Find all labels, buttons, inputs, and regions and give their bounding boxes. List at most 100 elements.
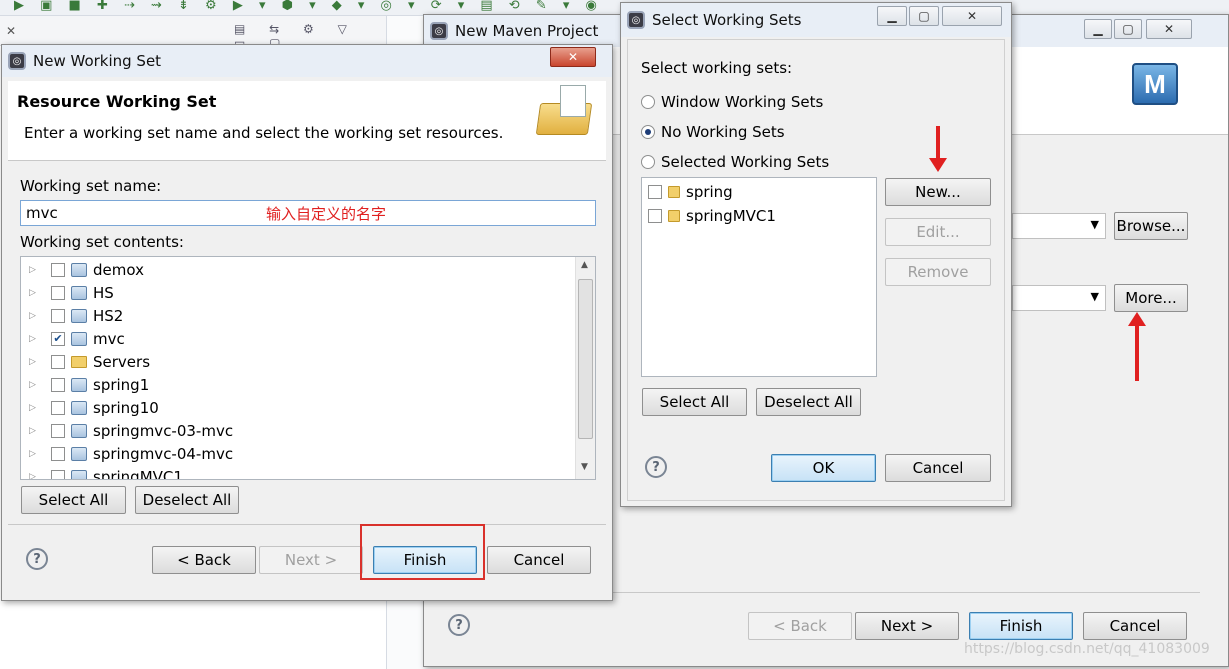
contents-tree[interactable]: ▷ demox ▷ HS ▷ HS2 ▷ ✔ mvc ▷ Servers ▷ spring1 ▷ sprin… <box>20 256 596 480</box>
nws-title: New Working Set <box>33 52 162 70</box>
scroll-down-icon[interactable]: ▼ <box>581 462 588 472</box>
maven-finish-button[interactable]: Finish <box>969 612 1073 640</box>
radio-button[interactable] <box>641 155 655 169</box>
working-set-option[interactable]: Selected Working Sets <box>641 147 961 177</box>
tree-item[interactable]: ▷ springMVC1 <box>21 465 573 480</box>
select-working-sets-window: ◎ Select Working Sets ▁ ▢ ✕ Select worki… <box>620 2 1012 507</box>
scroll-up-icon[interactable]: ▲ <box>581 260 588 270</box>
tree-item-label: demox <box>93 260 144 279</box>
name-label: Working set name: <box>20 177 162 195</box>
folder-icon <box>71 355 87 368</box>
maven-close-button[interactable]: ✕ <box>1146 19 1192 39</box>
expand-icon[interactable]: ▷ <box>29 449 43 459</box>
project-icon <box>71 446 87 461</box>
nws-close-button[interactable]: ✕ <box>550 47 596 67</box>
checkbox[interactable] <box>648 185 662 199</box>
checkbox[interactable] <box>51 377 65 392</box>
expand-icon[interactable]: ▷ <box>29 265 43 275</box>
tree-item[interactable]: ▷ springmvc-03-mvc <box>21 419 573 442</box>
expand-icon[interactable]: ▷ <box>29 357 43 367</box>
sws-title: Select Working Sets <box>652 11 802 29</box>
scroll-thumb[interactable] <box>578 279 593 439</box>
sws-minimize-button[interactable]: ▁ <box>877 6 907 26</box>
checkbox[interactable]: ✔ <box>51 331 65 346</box>
nws-footer-separator <box>8 524 606 525</box>
nws-help-icon[interactable]: ? <box>26 548 48 570</box>
sws-close-button[interactable]: ✕ <box>942 6 1002 26</box>
maven-minimize-button[interactable]: ▁ <box>1084 19 1112 39</box>
tree-item[interactable]: ▷ Servers <box>21 350 573 373</box>
working-set-label: spring <box>686 183 733 201</box>
tree-item[interactable]: ▷ spring10 <box>21 396 573 419</box>
toolbar-icons[interactable]: ▶ ▣ ■ ✚ ⇢ ⇝ ⇟ ⚙ ▶ ▾ ⬢ ▾ ◆ ▾ ◎ ▾ ⟳ ▾ ▤ ⟲ … <box>14 0 603 13</box>
working-set-label: springMVC1 <box>686 207 776 225</box>
tree-item[interactable]: ▷ spring1 <box>21 373 573 396</box>
expand-icon[interactable]: ▷ <box>29 403 43 413</box>
sws-set-list[interactable]: spring springMVC1 <box>641 177 877 377</box>
tree-item-label: spring10 <box>93 398 159 417</box>
maven-help-icon[interactable]: ? <box>448 614 470 636</box>
radio-button[interactable] <box>641 95 655 109</box>
tree-rows: ▷ demox ▷ HS ▷ HS2 ▷ ✔ mvc ▷ Servers ▷ spring1 ▷ sprin… <box>21 258 573 480</box>
tree-item[interactable]: ▷ ✔ mvc <box>21 327 573 350</box>
checkbox[interactable] <box>51 446 65 461</box>
radio-button[interactable] <box>641 125 655 139</box>
working-set-item[interactable]: spring <box>648 180 776 204</box>
checkbox[interactable] <box>648 209 662 223</box>
ok-button[interactable]: OK <box>771 454 876 482</box>
maven-cancel-button[interactable]: Cancel <box>1083 612 1187 640</box>
expand-icon[interactable]: ▷ <box>29 472 43 480</box>
maven-maximize-button[interactable]: ▢ <box>1114 19 1142 39</box>
close-view-icon[interactable]: ✕ <box>6 24 16 38</box>
watermark: https://blog.csdn.net/qq_41083009 <box>964 641 1210 657</box>
more-button[interactable]: More... <box>1114 284 1188 312</box>
tree-scrollbar[interactable]: ▲ ▼ <box>575 257 595 479</box>
checkbox[interactable] <box>51 354 65 369</box>
working-set-option[interactable]: Window Working Sets <box>641 87 961 117</box>
eclipse-icon: ◎ <box>8 52 26 70</box>
maven-dropdown-1[interactable]: ▼ <box>1012 213 1106 239</box>
sws-cancel-button[interactable]: Cancel <box>885 454 991 482</box>
checkbox[interactable] <box>51 423 65 438</box>
working-set-icon <box>668 210 680 222</box>
checkbox[interactable] <box>51 469 65 479</box>
nws-select-all-button[interactable]: Select All <box>21 486 126 514</box>
new-working-set-window: ◎ New Working Set ✕ Resource Working Set… <box>1 44 613 601</box>
project-icon <box>71 308 87 323</box>
maven-dropdown-2[interactable]: ▼ <box>1012 285 1106 311</box>
tree-item[interactable]: ▷ HS <box>21 281 573 304</box>
checkbox[interactable] <box>51 262 65 277</box>
checkbox[interactable] <box>51 308 65 323</box>
tree-item[interactable]: ▷ HS2 <box>21 304 573 327</box>
remove-button[interactable]: Remove <box>885 258 991 286</box>
maven-back-button[interactable]: < Back <box>748 612 852 640</box>
sws-maximize-button[interactable]: ▢ <box>909 6 939 26</box>
checkbox[interactable] <box>51 400 65 415</box>
tree-item-label: spring1 <box>93 375 150 394</box>
checkbox[interactable] <box>51 285 65 300</box>
tree-item[interactable]: ▷ demox <box>21 258 573 281</box>
sws-deselect-all-button[interactable]: Deselect All <box>756 388 861 416</box>
nws-next-button[interactable]: Next > <box>259 546 363 574</box>
new-button[interactable]: New... <box>885 178 991 206</box>
project-icon <box>71 262 87 277</box>
working-set-option[interactable]: No Working Sets <box>641 117 961 147</box>
eclipse-icon: ◎ <box>430 22 448 40</box>
maven-next-button[interactable]: Next > <box>855 612 959 640</box>
working-set-item[interactable]: springMVC1 <box>648 204 776 228</box>
nws-cancel-button[interactable]: Cancel <box>487 546 591 574</box>
browse-button[interactable]: Browse... <box>1114 212 1188 240</box>
tree-item[interactable]: ▷ springmvc-04-mvc <box>21 442 573 465</box>
expand-icon[interactable]: ▷ <box>29 311 43 321</box>
expand-icon[interactable]: ▷ <box>29 334 43 344</box>
tree-item-label: springMVC1 <box>93 467 183 480</box>
nws-titlebar: ◎ New Working Set <box>2 45 612 77</box>
expand-icon[interactable]: ▷ <box>29 380 43 390</box>
edit-button[interactable]: Edit... <box>885 218 991 246</box>
nws-back-button[interactable]: < Back <box>152 546 256 574</box>
nws-deselect-all-button[interactable]: Deselect All <box>135 486 239 514</box>
sws-help-icon[interactable]: ? <box>645 456 667 478</box>
sws-select-all-button[interactable]: Select All <box>642 388 747 416</box>
expand-icon[interactable]: ▷ <box>29 288 43 298</box>
expand-icon[interactable]: ▷ <box>29 426 43 436</box>
